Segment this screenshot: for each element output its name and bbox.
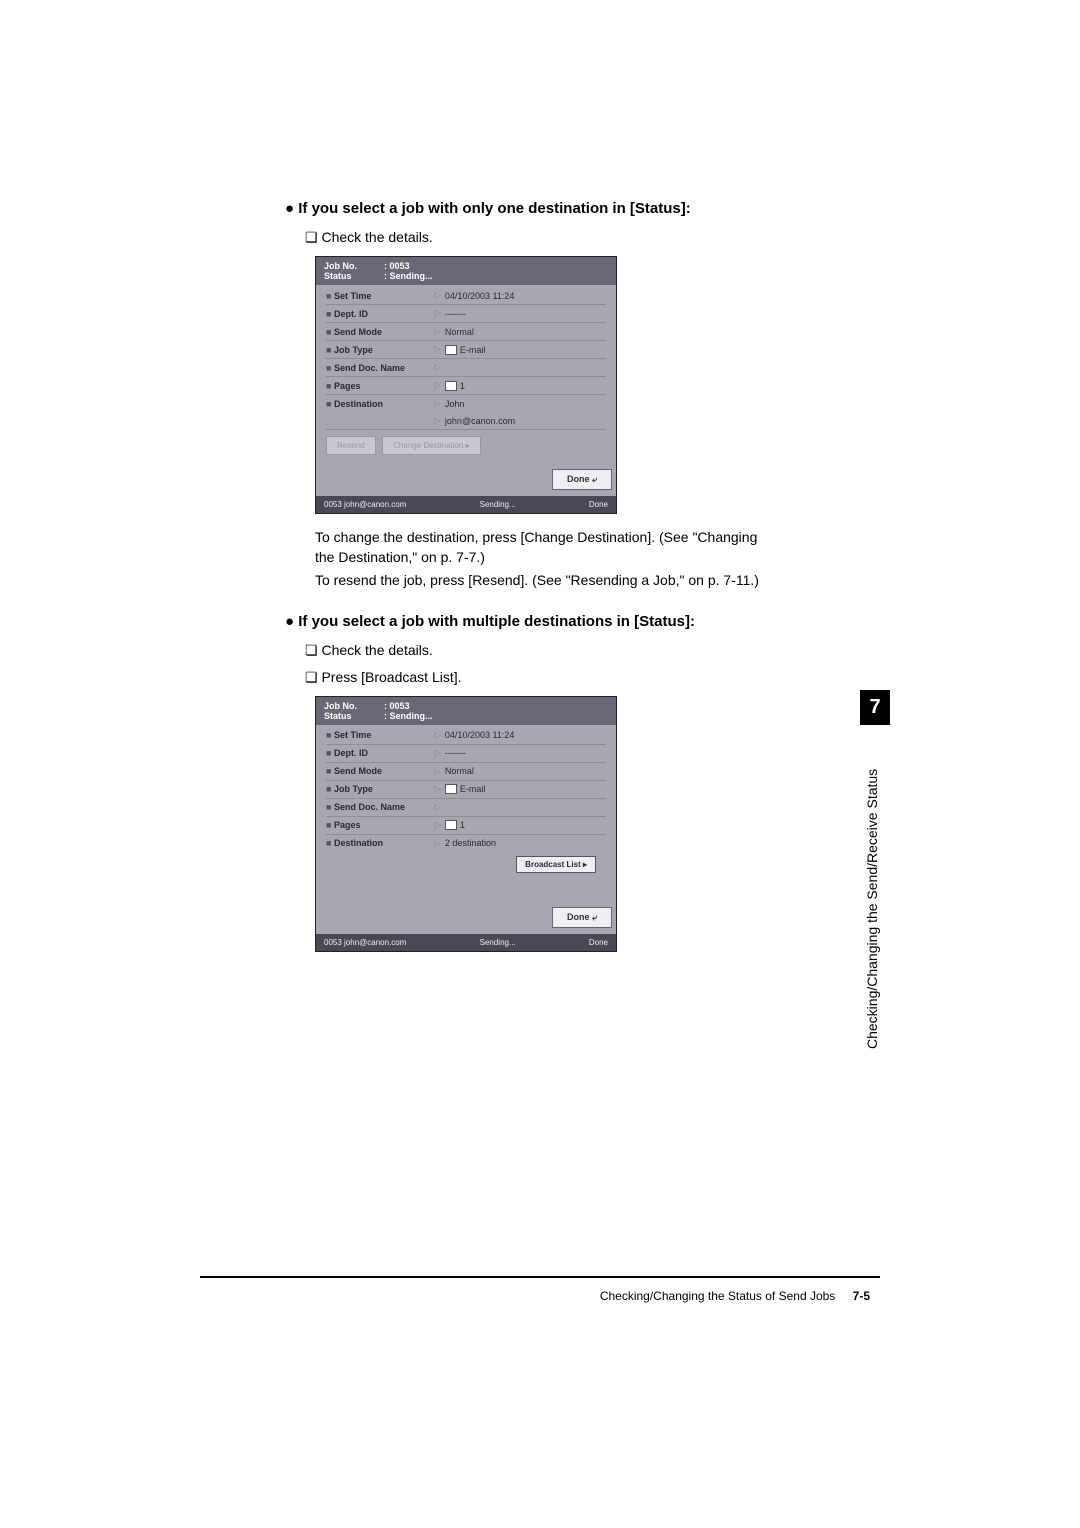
footer-right-2: Done bbox=[589, 938, 608, 947]
done-label-2: Done bbox=[567, 912, 590, 922]
row2-jobtype-value: E-mail bbox=[460, 784, 606, 794]
row2-settime-value: 04/10/2003 11:24 bbox=[445, 730, 606, 740]
para-change-dest: To change the destination, press [Change… bbox=[315, 528, 775, 567]
change-destination-label: Change Destination bbox=[393, 441, 463, 450]
footer-mid: Sending... bbox=[480, 500, 516, 509]
page-icon bbox=[445, 381, 457, 391]
page-number: 7-5 bbox=[853, 1289, 870, 1303]
para-resend: To resend the job, press [Resend]. (See … bbox=[315, 571, 775, 591]
row-sendmode-value: Normal bbox=[445, 327, 606, 337]
shot-body-2: ■Set Time▷04/10/2003 11:24 ■Dept. ID▷---… bbox=[316, 725, 616, 901]
row-dest-label: Destination bbox=[334, 399, 434, 409]
row2-pages-value: 1 bbox=[460, 820, 606, 830]
row-dest-name: John bbox=[445, 399, 606, 409]
row-dept-value: ------- bbox=[445, 309, 606, 319]
row2-sendmode-value: Normal bbox=[445, 766, 606, 776]
section1-heading: If you select a job with only one destin… bbox=[285, 200, 775, 217]
row2-dest-value: 2 destination bbox=[445, 838, 606, 848]
resend-button[interactable]: Resend bbox=[326, 436, 376, 455]
done-button-2[interactable]: Done ⤶ bbox=[552, 907, 612, 928]
chapter-title: Checking/Changing the Send/Receive Statu… bbox=[860, 725, 884, 1061]
section2-check1: Check the details. bbox=[305, 642, 775, 659]
footer-left: 0053 john@canon.com bbox=[324, 500, 406, 509]
row2-sendmode-label: Send Mode bbox=[334, 766, 434, 776]
envelope-icon bbox=[445, 345, 457, 355]
change-destination-button[interactable]: Change Destination ▸ bbox=[382, 436, 481, 455]
page-footer: Checking/Changing the Status of Send Job… bbox=[600, 1289, 870, 1303]
row-jobtype-label: Job Type bbox=[334, 345, 434, 355]
jobno-value: : 0053 bbox=[384, 261, 410, 271]
chapter-number: 7 bbox=[860, 690, 890, 725]
footer-title: Checking/Changing the Status of Send Job… bbox=[600, 1289, 836, 1303]
row-pages-value: 1 bbox=[460, 381, 606, 391]
broadcast-list-button[interactable]: Broadcast List ▸ bbox=[516, 856, 596, 873]
side-tab: 7 Checking/Changing the Send/Receive Sta… bbox=[860, 690, 890, 1061]
status-label-2: Status bbox=[324, 711, 384, 721]
row2-dest-label: Destination bbox=[334, 838, 434, 848]
done-label: Done bbox=[567, 474, 590, 484]
row-dept-label: Dept. ID bbox=[334, 309, 434, 319]
broadcast-list-label: Broadcast List bbox=[525, 860, 581, 869]
row2-pages-label: Pages bbox=[334, 820, 434, 830]
row2-docname-label: Send Doc. Name bbox=[334, 802, 434, 812]
footer-left-2: 0053 john@canon.com bbox=[324, 938, 406, 947]
status-value: : Sending... bbox=[384, 271, 433, 281]
jobno-label: Job No. bbox=[324, 261, 384, 271]
status-value-2: : Sending... bbox=[384, 711, 433, 721]
shot-header: Job No.: 0053 Status: Sending... bbox=[316, 257, 616, 285]
jobno-value-2: : 0053 bbox=[384, 701, 410, 711]
shot-header-2: Job No.: 0053 Status: Sending... bbox=[316, 697, 616, 725]
row2-dept-label: Dept. ID bbox=[334, 748, 434, 758]
row-settime-value: 04/10/2003 11:24 bbox=[445, 291, 606, 301]
row-docname-label: Send Doc. Name bbox=[334, 363, 434, 373]
row2-dept-value: ------- bbox=[445, 748, 606, 758]
page-icon bbox=[445, 820, 457, 830]
row-pages-label: Pages bbox=[334, 381, 434, 391]
footer-mid-2: Sending... bbox=[480, 938, 516, 947]
screenshot-single-destination: Job No.: 0053 Status: Sending... ■Set Ti… bbox=[315, 256, 617, 514]
footer-right: Done bbox=[589, 500, 608, 509]
footer-rule bbox=[200, 1276, 880, 1278]
envelope-icon bbox=[445, 784, 457, 794]
done-button[interactable]: Done ⤶ bbox=[552, 469, 612, 490]
section2-check2: Press [Broadcast List]. bbox=[305, 669, 775, 686]
row-settime-label: Set Time bbox=[334, 291, 434, 301]
status-label: Status bbox=[324, 271, 384, 281]
row2-jobtype-label: Job Type bbox=[334, 784, 434, 794]
row-jobtype-value: E-mail bbox=[460, 345, 606, 355]
section1-check: Check the details. bbox=[305, 229, 775, 246]
screenshot-multi-destination: Job No.: 0053 Status: Sending... ■Set Ti… bbox=[315, 696, 617, 952]
row-sendmode-label: Send Mode bbox=[334, 327, 434, 337]
row-dest-addr: john@canon.com bbox=[445, 416, 606, 426]
section2-heading: If you select a job with multiple destin… bbox=[285, 613, 775, 630]
row2-settime-label: Set Time bbox=[334, 730, 434, 740]
shot-body: ■Set Time▷04/10/2003 11:24 ■Dept. ID▷---… bbox=[316, 285, 616, 463]
jobno-label-2: Job No. bbox=[324, 701, 384, 711]
